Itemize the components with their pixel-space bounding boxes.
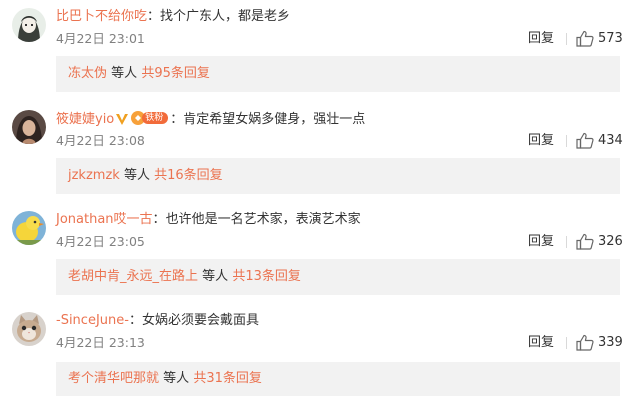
reply-etc: 等人 (123, 168, 150, 183)
divider (566, 337, 567, 349)
avatar-yellow-chick-icon (12, 211, 46, 245)
comment-item: 比巴卜不给你吃：找个广东人，都是老乡 4月22日 23:01 回复 573 冻太… (0, 0, 640, 101)
reply-total-link[interactable]: 共16条回复 (154, 168, 223, 183)
reply-username[interactable]: 老胡中肯_永远_在路上 (68, 269, 198, 284)
reply-total-link[interactable]: 共13条回复 (232, 269, 301, 284)
comment-item: 筱婕婕yio 铁粉 ：肯定希望女娲多健身，强壮一点 4月22日 23:08 回复 4… (0, 102, 640, 203)
verified-v-icon (116, 114, 129, 125)
divider (566, 236, 567, 248)
comment-text: 也许他是一名艺术家，表演艺术家 (165, 212, 361, 227)
reply-etc: 等人 (163, 371, 190, 386)
reply-button[interactable]: 回复 (528, 334, 554, 352)
avatar-photo-girl-icon (12, 110, 46, 144)
comment-time: 4月22日 23:08 (56, 133, 145, 148)
avatar[interactable] (12, 110, 46, 144)
avatar-cat-icon (12, 312, 46, 346)
avatar[interactable] (12, 8, 46, 42)
comment-time: 4月22日 23:01 (56, 31, 145, 46)
reply-total-link[interactable]: 共95条回复 (141, 66, 210, 81)
avatar-anime-girl-icon (12, 8, 46, 42)
thumbs-up-icon (576, 132, 594, 149)
reply-button[interactable]: 回复 (528, 132, 554, 150)
username[interactable]: 比巴卜不给你吃 (56, 9, 147, 24)
colon: ： (152, 212, 166, 227)
like-count: 434 (598, 133, 623, 148)
colon: ： (170, 112, 184, 127)
like-count: 339 (598, 335, 623, 350)
reply-etc: 等人 (202, 269, 229, 284)
reply-button[interactable]: 回复 (528, 30, 554, 48)
comment-text: 肯定希望女娲多健身，强壮一点 (183, 112, 366, 127)
comment-time: 4月22日 23:05 (56, 234, 145, 249)
comment-text: 女娲必须要会戴面具 (141, 313, 259, 328)
reply-summary[interactable]: 冻太伪 等人 共95条回复 (56, 56, 620, 92)
reply-username[interactable]: 冻太伪 (68, 66, 107, 81)
reply-etc: 等人 (111, 66, 138, 81)
like-count: 573 (598, 31, 623, 46)
fan-badge: 铁粉 (131, 110, 169, 126)
username[interactable]: Jonathan哎一古 (56, 212, 153, 227)
divider (566, 33, 567, 45)
avatar[interactable] (12, 211, 46, 245)
fan-badge-label: 铁粉 (145, 113, 164, 123)
comment-item: Jonathan哎一古：也许他是一名艺术家，表演艺术家 4月22日 23:05 … (0, 203, 640, 304)
comment-item: -SinceJune-：女娲必须要会戴面具 4月22日 23:13 回复 339… (0, 304, 640, 405)
username[interactable]: 筱婕婕yio (56, 112, 114, 127)
reply-button[interactable]: 回复 (528, 233, 554, 251)
reply-total-link[interactable]: 共31条回复 (193, 371, 262, 386)
reply-username[interactable]: jzkzmzk (68, 168, 120, 183)
reply-summary[interactable]: jzkzmzk 等人 共16条回复 (56, 158, 620, 194)
thumbs-up-icon (576, 233, 594, 250)
thumbs-up-icon (576, 30, 594, 47)
reply-username[interactable]: 考个清华吧那就 (68, 371, 159, 386)
like-count: 326 (598, 234, 623, 249)
thumbs-up-icon (576, 334, 594, 351)
reply-summary[interactable]: 老胡中肯_永远_在路上 等人 共13条回复 (56, 259, 620, 295)
username[interactable]: -SinceJune- (56, 313, 129, 328)
avatar[interactable] (12, 312, 46, 346)
comment-text: 找个广东人，都是老乡 (160, 9, 291, 24)
colon: ： (147, 9, 161, 24)
divider (566, 135, 567, 147)
colon: ： (128, 313, 142, 328)
comment-time: 4月22日 23:13 (56, 335, 145, 350)
reply-summary[interactable]: 考个清华吧那就 等人 共31条回复 (56, 362, 620, 396)
